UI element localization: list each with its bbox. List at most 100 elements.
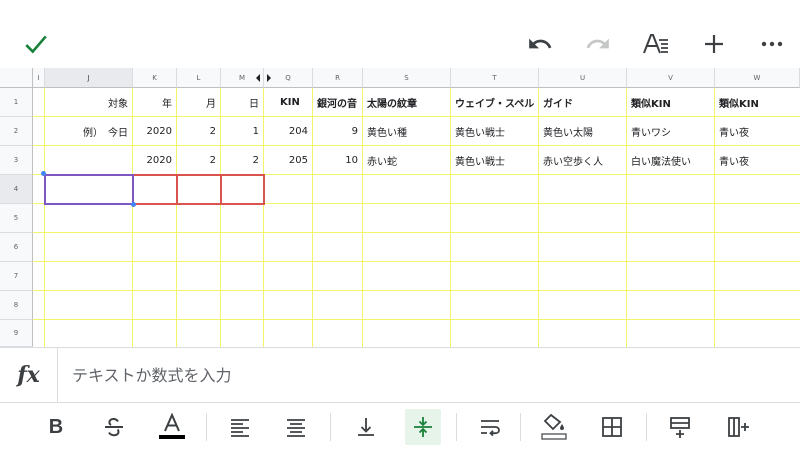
text-wrap-button[interactable] [472,409,508,445]
cell-q2[interactable]: 204 [264,117,312,145]
cell-m3[interactable]: 2 [221,146,263,174]
cell-r1[interactable]: 銀河の音 [313,88,362,116]
cell-j1[interactable]: 対象 [45,88,132,116]
cell-r2[interactable]: 9 [313,117,362,145]
cell-w1[interactable]: 類似KIN [715,88,800,116]
column-header-k[interactable]: K [133,68,177,88]
cell-v2[interactable]: 青いワシ [627,117,714,145]
cell-q3[interactable]: 205 [264,146,312,174]
toolbar-divider [330,413,331,441]
cell-s3[interactable]: 赤い蛇 [363,146,450,174]
gridline [33,319,800,320]
selected-cell-j4[interactable] [44,174,134,205]
row-header-6[interactable]: 6 [0,233,33,262]
more-options-button[interactable] [752,24,792,64]
cell-k3[interactable]: 2020 [133,146,176,174]
align-center-button[interactable] [278,409,314,445]
cell-r3[interactable]: 10 [313,146,362,174]
cell-w2[interactable]: 青い夜 [715,117,800,145]
cell-k4[interactable] [132,174,178,205]
align-left-button[interactable] [222,409,258,445]
fill-color-button[interactable] [536,409,572,445]
insert-column-button[interactable] [720,409,756,445]
undo-button[interactable] [520,24,560,64]
cell-m4[interactable] [220,174,265,205]
cell-v1[interactable]: 類似KIN [627,88,714,116]
select-all-corner[interactable] [0,68,33,88]
insert-button[interactable] [694,24,734,64]
column-header-r[interactable]: R [313,68,363,88]
gridline [33,290,800,291]
cell-t2[interactable]: 黄色い戦士 [451,117,538,145]
column-header-v[interactable]: V [627,68,715,88]
cell-l3[interactable]: 2 [177,146,220,174]
text-color-icon [159,413,185,439]
toolbar-divider [206,413,207,441]
cell-m2[interactable]: 1 [221,117,263,145]
row-header-1[interactable]: 1 [0,88,33,117]
cell-k2[interactable]: 2020 [133,117,176,145]
bold-button[interactable]: B [38,409,74,445]
cell-l4[interactable] [176,174,222,205]
gridline [33,232,800,233]
cell-m1[interactable]: 日 [221,88,263,116]
cell-u2[interactable]: 黄色い太陽 [539,117,626,145]
done-button[interactable] [16,24,56,64]
cell-l1[interactable]: 月 [177,88,220,116]
hidden-columns-left-arrow-icon[interactable] [256,74,260,82]
text-color-button[interactable] [154,409,190,445]
row-header-5[interactable]: 5 [0,204,33,233]
undo-icon [529,38,552,49]
spreadsheet-grid[interactable]: I J K L M Q R S T U V W 1 2 3 4 5 6 7 8 … [0,68,800,347]
strikethrough-icon [105,417,123,437]
cell-s1[interactable]: 太陽の紋章 [363,88,450,116]
redo-button[interactable] [578,24,618,64]
cell-s2[interactable]: 黄色い種 [363,117,450,145]
row-header-7[interactable]: 7 [0,262,33,291]
column-header-m[interactable]: M [221,68,264,88]
toolbar-divider [456,413,457,441]
selection-handle-top-left[interactable] [41,171,46,176]
column-header-j[interactable]: J [45,68,133,88]
column-header-q[interactable]: Q [264,68,313,88]
column-header-l[interactable]: L [177,68,221,88]
row-header-8[interactable]: 8 [0,291,33,320]
column-header-w[interactable]: W [715,68,800,88]
align-center-icon [287,419,305,437]
selection-handle-bottom-right[interactable] [131,202,136,207]
check-icon [25,35,47,54]
borders-button[interactable] [594,409,630,445]
toolbar-divider [646,413,647,441]
strikethrough-button[interactable] [96,409,132,445]
cell-v3[interactable]: 白い魔法使い [627,146,714,174]
vertical-align-bottom-button[interactable] [348,409,384,445]
formula-input[interactable] [58,348,800,402]
row-header-9[interactable]: 9 [0,320,33,347]
column-header-s[interactable]: S [363,68,451,88]
top-toolbar [0,0,800,68]
column-header-t[interactable]: T [451,68,539,88]
cell-t1[interactable]: ウェイブ・スペル [451,88,538,116]
cell-t3[interactable]: 黄色い戦士 [451,146,538,174]
cell-j2[interactable]: 例） 今日 [45,117,132,145]
cell-u3[interactable]: 赤い空歩く人 [539,146,626,174]
row-header-3[interactable]: 3 [0,146,33,175]
insert-row-button[interactable] [662,409,698,445]
hidden-columns-right-arrow-icon[interactable] [267,74,271,82]
insert-column-icon [728,417,749,437]
cell-w3[interactable]: 青い夜 [715,146,800,174]
column-header-i[interactable]: I [33,68,45,88]
vertical-align-middle-button[interactable] [405,409,441,445]
cell-q1[interactable]: KIN [264,88,312,116]
cell-k1[interactable]: 年 [133,88,176,116]
cell-u1[interactable]: ガイド [539,88,626,116]
column-header-u[interactable]: U [539,68,627,88]
row-header-4[interactable]: 4 [0,175,33,204]
plus-icon [705,35,723,53]
text-format-button[interactable] [636,24,676,64]
fx-icon: fx [0,348,58,402]
row-header-2[interactable]: 2 [0,117,33,146]
align-left-icon [231,419,249,437]
vertical-align-bottom-icon [358,418,374,436]
cell-l2[interactable]: 2 [177,117,220,145]
